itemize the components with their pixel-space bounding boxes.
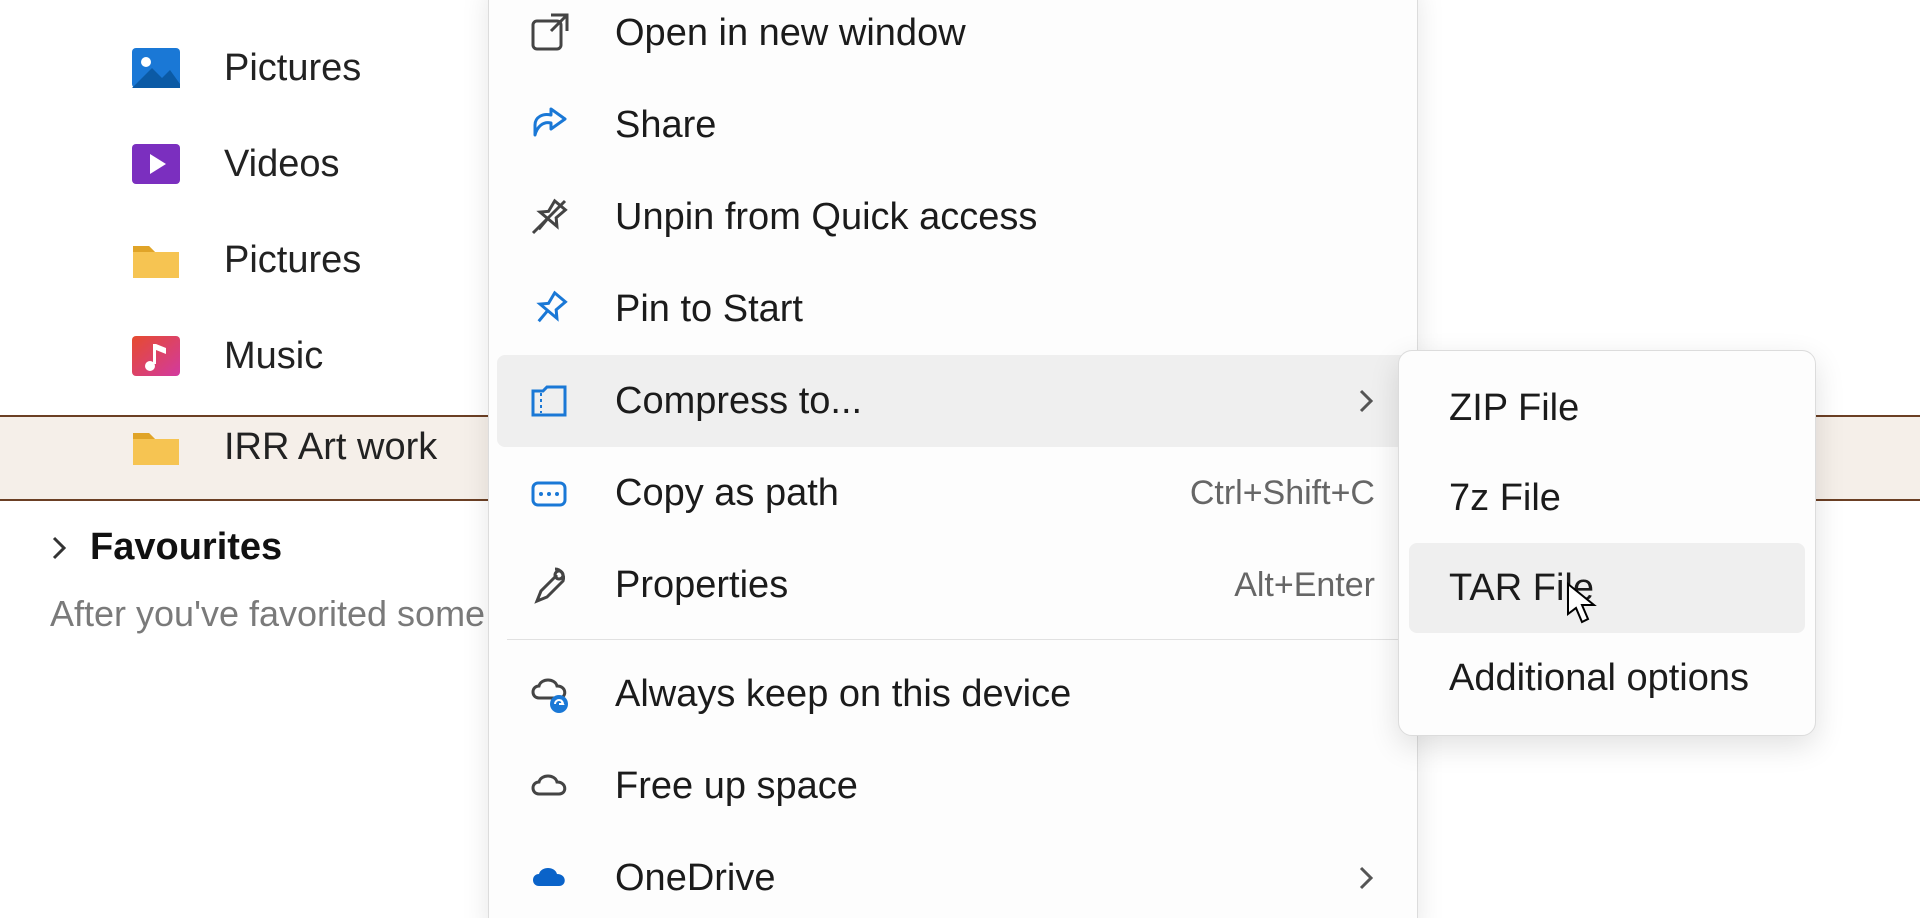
submenu-item-label: ZIP File <box>1449 387 1579 430</box>
sidebar-item-label: Pictures <box>224 47 361 90</box>
submenu-item-additional-options[interactable]: Additional options <box>1409 633 1805 723</box>
menu-separator <box>507 639 1399 640</box>
pictures-icon <box>130 42 182 94</box>
menu-item-unpin-quick-access[interactable]: Unpin from Quick access <box>497 171 1409 263</box>
copy-path-icon <box>521 465 577 521</box>
cloud-outline-icon <box>521 758 577 814</box>
sidebar-item-label: IRR Art work <box>224 426 437 469</box>
favorites-header-label: Favourites <box>90 526 282 569</box>
folder-icon <box>130 234 182 286</box>
menu-item-shortcut: Alt+Enter <box>1234 566 1375 605</box>
menu-item-label: Share <box>615 104 716 147</box>
menu-item-label: Properties <box>615 564 788 607</box>
favorites-header[interactable]: Favourites <box>0 526 490 569</box>
pin-icon <box>521 281 577 337</box>
submenu-item-label: TAR File <box>1449 567 1594 610</box>
menu-item-label: Free up space <box>615 765 858 808</box>
menu-item-label: Always keep on this device <box>615 673 1071 716</box>
sidebar-item-pictures-folder[interactable]: Pictures <box>0 212 490 308</box>
menu-item-share[interactable]: Share <box>497 79 1409 171</box>
open-new-window-icon <box>521 5 577 61</box>
music-icon <box>130 330 182 382</box>
properties-icon <box>521 557 577 613</box>
context-menu: Open in new window Share Unpin from Quic… <box>488 0 1418 918</box>
menu-item-always-keep-device[interactable]: Always keep on this device <box>497 648 1409 740</box>
chevron-right-icon <box>50 534 78 562</box>
menu-item-copy-as-path[interactable]: Copy as path Ctrl+Shift+C <box>497 447 1409 539</box>
sidebar-item-music[interactable]: Music <box>0 308 490 404</box>
cloud-sync-icon <box>521 666 577 722</box>
sidebar-item-label: Music <box>224 335 323 378</box>
menu-item-compress-to[interactable]: Compress to... <box>497 355 1409 447</box>
menu-item-onedrive[interactable]: OneDrive <box>497 832 1409 918</box>
menu-item-label: OneDrive <box>615 857 776 900</box>
unpin-icon <box>521 189 577 245</box>
chevron-right-icon <box>1357 387 1375 415</box>
compress-icon <box>521 373 577 429</box>
sidebar: Pictures Videos Pictures <box>0 0 490 635</box>
share-icon <box>521 97 577 153</box>
menu-item-pin-to-start[interactable]: Pin to Start <box>497 263 1409 355</box>
folder-icon <box>130 421 182 473</box>
chevron-right-icon <box>1357 864 1375 892</box>
menu-item-free-up-space[interactable]: Free up space <box>497 740 1409 832</box>
favorites-hint: After you've favorited some <box>0 593 490 635</box>
submenu-item-7z[interactable]: 7z File <box>1409 453 1805 543</box>
menu-item-shortcut: Ctrl+Shift+C <box>1190 474 1375 513</box>
sidebar-item-pictures-library[interactable]: Pictures <box>0 20 490 116</box>
onedrive-icon <box>521 850 577 906</box>
menu-item-label: Open in new window <box>615 12 966 55</box>
menu-item-label: Copy as path <box>615 472 839 515</box>
sidebar-item-label: Videos <box>224 143 340 186</box>
menu-item-label: Pin to Start <box>615 288 803 331</box>
videos-icon <box>130 138 182 190</box>
menu-item-open-new-window[interactable]: Open in new window <box>497 0 1409 79</box>
menu-item-label: Compress to... <box>615 380 862 423</box>
submenu-item-label: 7z File <box>1449 477 1561 520</box>
sidebar-item-videos[interactable]: Videos <box>0 116 490 212</box>
sidebar-item-label: Pictures <box>224 239 361 282</box>
submenu-item-zip[interactable]: ZIP File <box>1409 363 1805 453</box>
compress-submenu: ZIP File 7z File TAR File Additional opt… <box>1398 350 1816 736</box>
submenu-item-tar[interactable]: TAR File <box>1409 543 1805 633</box>
menu-item-properties[interactable]: Properties Alt+Enter <box>497 539 1409 631</box>
menu-item-label: Unpin from Quick access <box>615 196 1037 239</box>
sidebar-item-irr-art-work[interactable]: IRR Art work <box>0 404 490 490</box>
submenu-item-label: Additional options <box>1449 657 1749 700</box>
